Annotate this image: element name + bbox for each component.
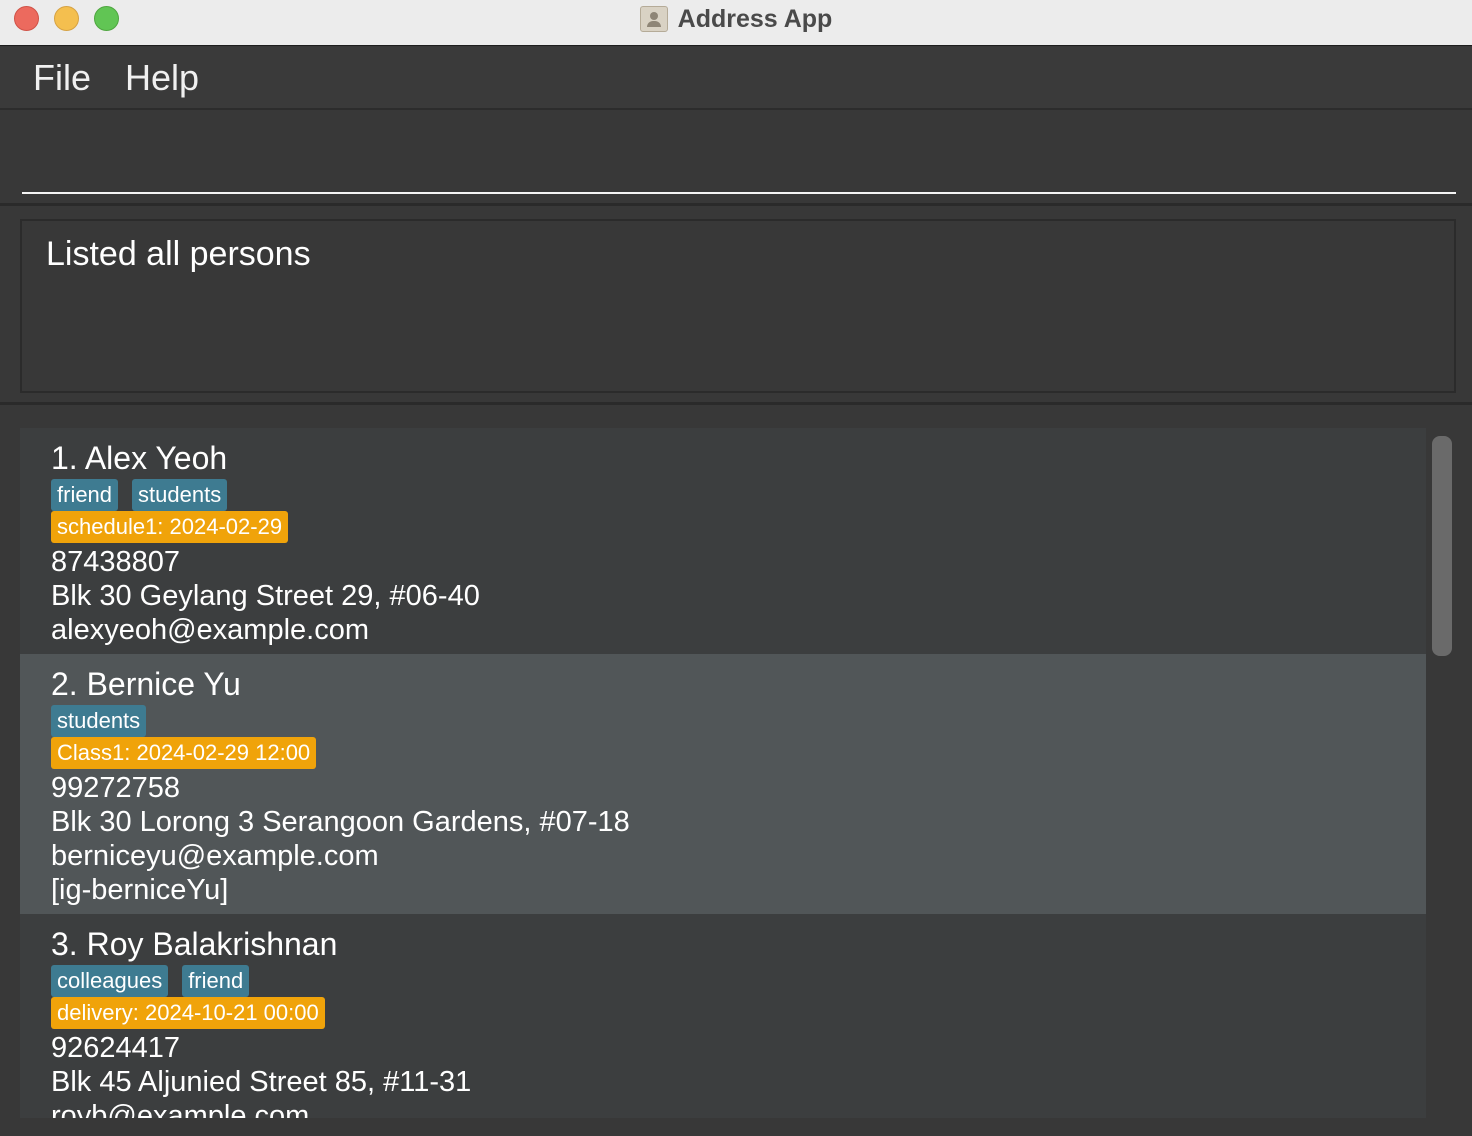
result-display[interactable]: Listed all persons (20, 219, 1456, 393)
schedule-row: schedule1: 2024-02-29 (51, 511, 1395, 545)
tag-label: friend (51, 479, 119, 511)
tag-label: students (51, 705, 147, 737)
schedule-row: delivery: 2024-10-21 00:00 (51, 997, 1395, 1031)
person-email: berniceyu@example.com (51, 840, 379, 872)
person-address: Blk 30 Geylang Street 29, #06-40 (51, 580, 480, 612)
person-list[interactable]: 1. Alex Yeoh friend students schedule1: … (20, 428, 1426, 1118)
person-address: Blk 30 Lorong 3 Serangoon Gardens, #07-1… (51, 806, 630, 838)
tag-list: students (51, 705, 1395, 737)
person-card[interactable]: 1. Alex Yeoh friend students schedule1: … (20, 428, 1426, 654)
tag-label: friend (182, 965, 250, 997)
schedule-label: delivery: 2024-10-21 00:00 (51, 997, 325, 1029)
person-phone: 99272758 (51, 772, 181, 804)
person-social: [ig-berniceYu] (51, 874, 229, 906)
person-list-panel: 1. Alex Yeoh friend students schedule1: … (0, 408, 1472, 1136)
schedule-label: schedule1: 2024-02-29 (51, 511, 289, 543)
menu-bar: File Help (0, 47, 1472, 110)
window-title-group: Address App (0, 0, 1472, 38)
person-name: 1. Alex Yeoh (51, 440, 228, 476)
tag-label: colleagues (51, 965, 169, 997)
list-scrollbar-thumb[interactable] (1432, 436, 1452, 656)
tag-list: friend students (51, 479, 1395, 511)
person-name: 3. Roy Balakrishnan (51, 926, 338, 962)
menu-help[interactable]: Help (125, 57, 199, 99)
tag-list: colleagues friend (51, 965, 1395, 997)
schedule-row: Class1: 2024-02-29 12:00 (51, 737, 1395, 771)
menu-file[interactable]: File (33, 57, 91, 99)
result-display-area: Listed all persons (0, 209, 1472, 405)
person-phone: 92624417 (51, 1032, 181, 1064)
result-message: Listed all persons (46, 235, 311, 273)
window-title: Address App (677, 4, 833, 33)
person-card[interactable]: 3. Roy Balakrishnan colleagues friend de… (20, 914, 1426, 1118)
command-box-area (0, 112, 1472, 206)
address-book-icon (639, 6, 668, 32)
person-email: alexyeoh@example.com (51, 614, 369, 646)
window-titlebar: Address App (0, 0, 1472, 46)
person-card-selected[interactable]: 2. Bernice Yu students Class1: 2024-02-2… (20, 654, 1426, 914)
person-email: royb@example.com (51, 1100, 310, 1118)
person-phone: 87438807 (51, 546, 181, 578)
person-address: Blk 45 Aljunied Street 85, #11-31 (51, 1066, 472, 1098)
tag-label: students (132, 479, 228, 511)
command-input[interactable] (22, 124, 1456, 194)
schedule-label: Class1: 2024-02-29 12:00 (51, 737, 317, 769)
window-bottom-edge (0, 1118, 1472, 1136)
person-name: 2. Bernice Yu (51, 666, 241, 702)
